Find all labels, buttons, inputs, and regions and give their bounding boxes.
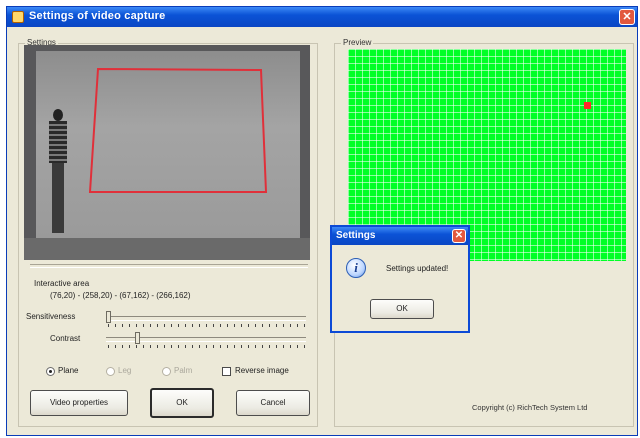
message-dialog: Settings ✕ i Settings updated! OK bbox=[330, 225, 470, 333]
close-button[interactable]: ✕ bbox=[619, 9, 635, 25]
radio-palm[interactable] bbox=[162, 367, 171, 376]
active-cell bbox=[584, 102, 591, 109]
window-title: Settings of video capture bbox=[29, 10, 166, 22]
ok-button[interactable]: OK bbox=[150, 388, 214, 418]
radio-palm-label: Palm bbox=[174, 366, 193, 375]
title-bar[interactable]: Settings of video capture ✕ bbox=[7, 7, 637, 27]
info-icon: i bbox=[346, 258, 366, 278]
reverse-image-label: Reverse image bbox=[235, 366, 289, 375]
separator bbox=[30, 264, 308, 268]
interactive-area-value: (76,20) - (258,20) - (67,162) - (266,162… bbox=[50, 291, 191, 300]
preview-group-label: Preview bbox=[341, 38, 374, 47]
contrast-label: Contrast bbox=[50, 334, 81, 343]
video-properties-button[interactable]: Video properties bbox=[30, 390, 128, 416]
radio-leg-label: Leg bbox=[118, 366, 132, 375]
sensitiveness-label: Sensitiveness bbox=[26, 312, 76, 321]
radio-plane[interactable] bbox=[46, 367, 55, 376]
sensitiveness-slider-track[interactable] bbox=[106, 316, 306, 321]
app-icon bbox=[12, 11, 24, 23]
radio-plane-label: Plane bbox=[58, 366, 79, 375]
radio-leg[interactable] bbox=[106, 367, 115, 376]
dialog-title-bar[interactable]: Settings ✕ bbox=[332, 227, 468, 245]
sensitiveness-ticks bbox=[108, 324, 306, 327]
dialog-ok-button[interactable]: OK bbox=[370, 299, 434, 319]
cancel-button[interactable]: Cancel bbox=[236, 390, 310, 416]
dialog-close-button[interactable]: ✕ bbox=[452, 229, 466, 243]
dialog-message: Settings updated! bbox=[386, 264, 449, 273]
contrast-slider-thumb[interactable] bbox=[135, 332, 141, 344]
copyright-text: Copyright (c) RichTech System Ltd bbox=[472, 403, 588, 412]
interactive-area-outline[interactable] bbox=[24, 45, 310, 260]
reverse-image-checkbox[interactable] bbox=[222, 367, 231, 376]
dialog-title: Settings bbox=[336, 230, 376, 241]
sensitiveness-slider-thumb[interactable] bbox=[106, 311, 111, 323]
interactive-area-label: Interactive area bbox=[34, 279, 90, 288]
contrast-ticks bbox=[108, 345, 306, 348]
